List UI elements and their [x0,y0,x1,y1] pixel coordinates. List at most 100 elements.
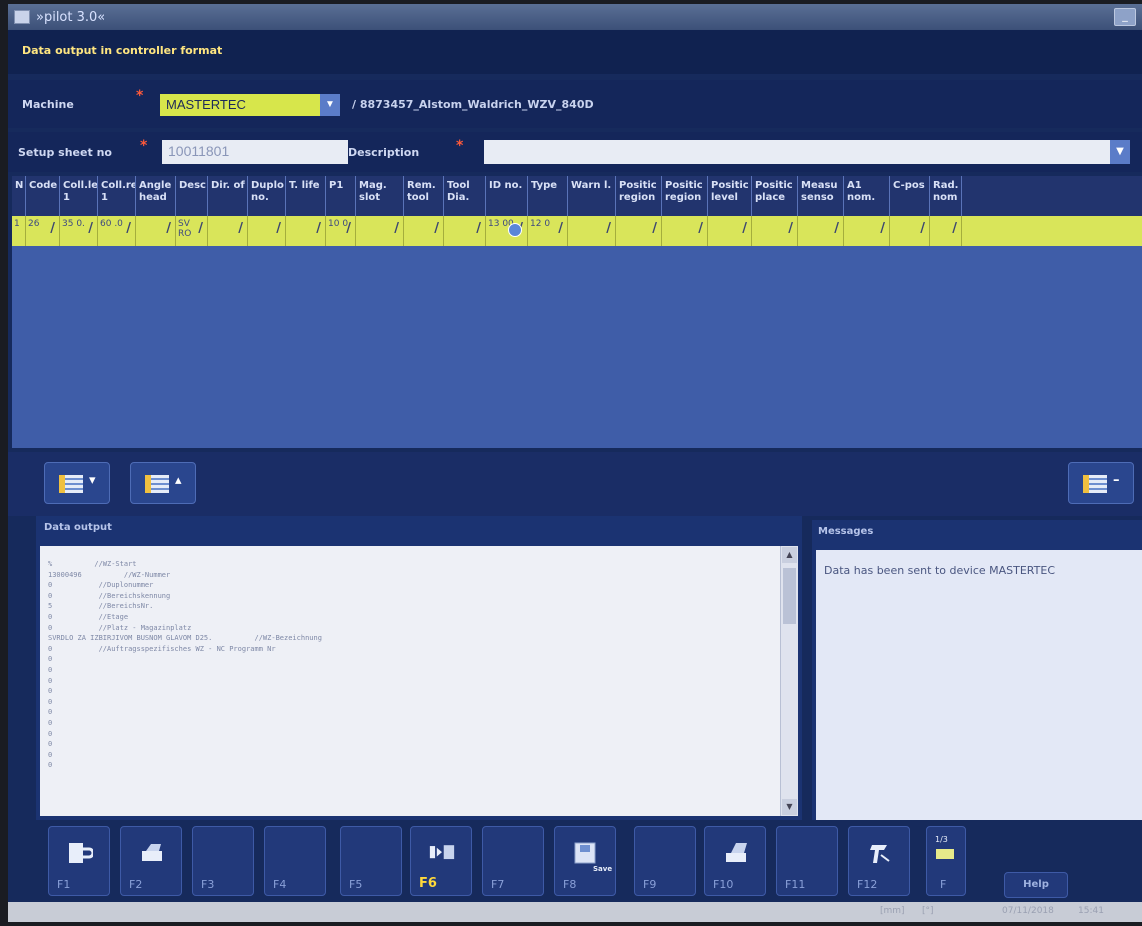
column-header[interactable]: Positic level [708,176,752,216]
f7-button[interactable]: F7 [482,826,544,896]
minimize-button[interactable]: _ [1114,8,1136,26]
table-cell[interactable]: / [844,216,890,246]
table-cell[interactable]: / [286,216,326,246]
table-cell[interactable]: / [708,216,752,246]
column-header[interactable]: Rem. tool [404,176,444,216]
column-header[interactable]: Positic region [616,176,662,216]
setup-sheet-input[interactable]: 10011801 [162,140,348,164]
scroll-down-icon[interactable]: ▼ [782,799,797,815]
f9-button[interactable]: F9 [634,826,696,896]
table-cell[interactable]: / [136,216,176,246]
append-row-button[interactable]: ▴ [130,462,196,504]
column-header[interactable]: Tool Dia. [444,176,486,216]
table-cell[interactable]: / [616,216,662,246]
pencil-icon[interactable]: / [606,222,611,235]
f11-button[interactable]: F11 [776,826,838,896]
data-output-text[interactable]: % //WZ-Start 13000496 //WZ-Nummer 0 //Dupl… [40,546,780,816]
table-cell[interactable]: 26 / [26,216,60,246]
f5-button[interactable]: F5 [340,826,402,896]
column-header[interactable]: Dir. of [208,176,248,216]
f10-button[interactable]: F10 [704,826,766,896]
column-header[interactable]: Rad. nom [930,176,962,216]
table-cell[interactable]: / [248,216,286,246]
table-cell[interactable]: / [404,216,444,246]
table-cell[interactable]: / [930,216,962,246]
table-cell[interactable]: SV RO / [176,216,208,246]
table-row[interactable]: 126/35 0./60 .0//SV RO////10 0////13 00/… [12,216,1142,246]
table-cell[interactable]: 60 .0/ [98,216,136,246]
column-header[interactable]: Measu senso [798,176,844,216]
column-header[interactable]: P1 [326,176,356,216]
pencil-icon[interactable]: / [698,222,703,235]
chevron-down-icon[interactable]: ▼ [320,94,340,116]
page-switch-button[interactable]: 1/3 F [926,826,966,896]
info-icon[interactable] [508,223,522,237]
table-cell[interactable]: / [208,216,248,246]
machine-select[interactable]: MASTERTEC ▼ [160,94,340,116]
column-header[interactable]: A1 nom. [844,176,890,216]
column-header[interactable]: T. life [286,176,326,216]
help-button[interactable]: Help [1004,872,1068,898]
description-select[interactable]: ▼ [484,140,1130,164]
table-cell[interactable]: / [356,216,404,246]
table-cell[interactable]: / [798,216,844,246]
column-header[interactable]: Coll.re 1 [98,176,136,216]
f6-button[interactable]: F6 [410,826,472,896]
column-header[interactable]: Angle head [136,176,176,216]
column-header[interactable]: Code [26,176,60,216]
pencil-icon[interactable]: / [920,222,925,235]
table-cell[interactable]: / [662,216,708,246]
output-scrollbar[interactable]: ▲ ▼ [780,546,798,816]
pencil-icon[interactable]: / [742,222,747,235]
pencil-icon[interactable]: / [652,222,657,235]
table-cell[interactable]: / [444,216,486,246]
column-header[interactable]: Coll.le 1 [60,176,98,216]
f2-button[interactable]: F2 [120,826,182,896]
pencil-icon[interactable]: / [346,222,351,235]
column-header[interactable]: C-pos [890,176,930,216]
pencil-icon[interactable]: / [558,222,563,235]
delete-row-button[interactable]: – [1068,462,1134,504]
table-cell[interactable]: / [568,216,616,246]
column-header[interactable]: Positic region [662,176,708,216]
column-header[interactable]: Type [528,176,568,216]
table-cell[interactable]: 13 00/ [486,216,528,246]
table-cell[interactable]: / [890,216,930,246]
column-header[interactable]: N [12,176,26,216]
pencil-icon[interactable]: / [880,222,885,235]
scroll-thumb[interactable] [783,568,796,624]
scroll-up-icon[interactable]: ▲ [782,547,797,563]
column-header[interactable]: Mag. slot [356,176,404,216]
pencil-icon[interactable]: / [788,222,793,235]
f8-button[interactable]: Save F8 [554,826,616,896]
column-header[interactable]: Positic place [752,176,798,216]
table-cell[interactable]: / [752,216,798,246]
f1-button[interactable]: F1 [48,826,110,896]
pencil-icon[interactable]: / [276,222,281,235]
f4-button[interactable]: F4 [264,826,326,896]
pencil-icon[interactable]: / [394,222,399,235]
table-cell[interactable]: 35 0. / [60,216,98,246]
column-header[interactable]: Desc. [176,176,208,216]
f3-button[interactable]: F3 [192,826,254,896]
pencil-icon[interactable]: / [166,222,171,235]
table-cell[interactable]: 1 [12,216,26,246]
column-header[interactable]: ID no. [486,176,528,216]
insert-row-button[interactable]: ▾ [44,462,110,504]
pencil-icon[interactable]: / [476,222,481,235]
pencil-icon[interactable]: / [834,222,839,235]
chevron-down-icon[interactable]: ▼ [1110,140,1130,164]
table-cell[interactable]: 10 0/ [326,216,356,246]
pencil-icon[interactable]: / [434,222,439,235]
column-header[interactable]: Warn l. [568,176,616,216]
pencil-icon[interactable]: / [316,222,321,235]
pencil-icon[interactable]: / [126,222,131,235]
pencil-icon[interactable]: / [88,222,93,235]
pencil-icon[interactable]: / [952,222,957,235]
column-header[interactable]: Duplo no. [248,176,286,216]
pencil-icon[interactable]: / [50,222,55,235]
pencil-icon[interactable]: / [238,222,243,235]
table-cell[interactable]: 12 0 / [528,216,568,246]
pencil-icon[interactable]: / [198,222,203,235]
f12-button[interactable]: F12 [848,826,910,896]
